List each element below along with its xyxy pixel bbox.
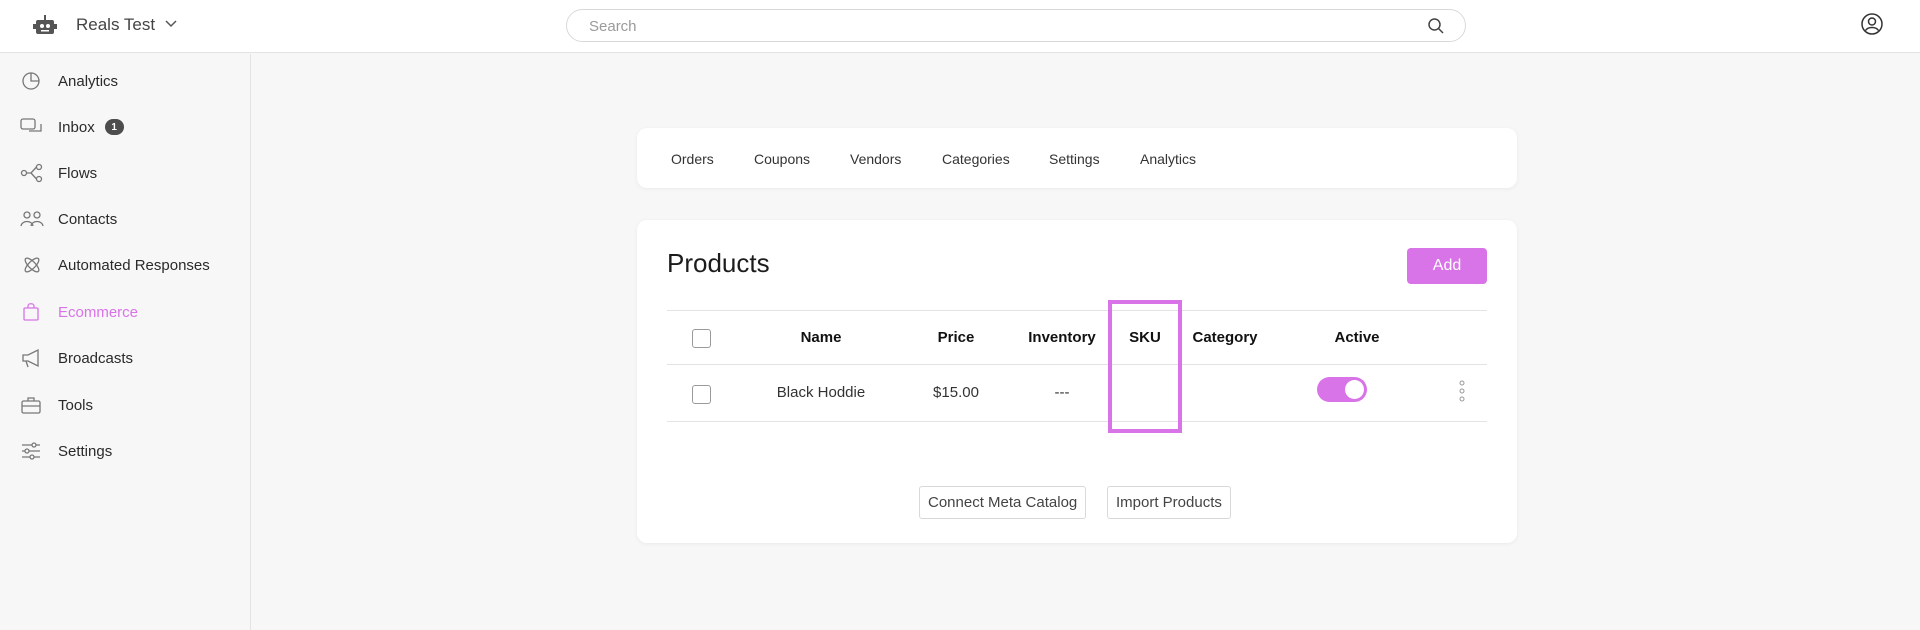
column-header-active[interactable]: Active bbox=[1334, 329, 1379, 346]
sidebar-item-contacts[interactable]: Contacts bbox=[20, 206, 117, 232]
sidebar-item-label: Contacts bbox=[58, 210, 118, 228]
tab-vendors[interactable]: Vendors bbox=[850, 151, 901, 167]
row-checkbox[interactable] bbox=[692, 385, 711, 404]
megaphone-icon bbox=[22, 348, 39, 368]
sidebar-item-label: Broadcasts bbox=[58, 349, 134, 367]
sku-column-highlight bbox=[1108, 300, 1182, 433]
sidebar-item-label: Automated Responses bbox=[58, 256, 210, 274]
toggle-knob bbox=[1345, 380, 1364, 399]
top-bar: Reals Test bbox=[0, 0, 1920, 53]
flow-icon bbox=[20, 163, 43, 183]
sidebar-item-settings[interactable]: Settings bbox=[20, 438, 112, 464]
product-inventory: --- bbox=[1054, 384, 1070, 401]
sidebar-item-label: Analytics bbox=[58, 72, 119, 90]
unread-badge: 1 bbox=[104, 119, 124, 135]
account-icon[interactable] bbox=[1860, 12, 1884, 36]
column-header-inventory[interactable]: Inventory bbox=[1028, 329, 1096, 346]
sidebar-item-analytics[interactable]: Analytics bbox=[20, 68, 118, 94]
sidebar-item-ecommerce[interactable]: Ecommerce bbox=[20, 299, 138, 325]
column-header-category[interactable]: Category bbox=[1192, 329, 1257, 346]
sidebar-item-label: Settings bbox=[58, 442, 113, 460]
chat-icon bbox=[20, 118, 42, 132]
column-header-price[interactable]: Price bbox=[938, 329, 975, 346]
active-toggle[interactable] bbox=[1317, 377, 1367, 402]
pie-chart-icon bbox=[22, 72, 40, 90]
tab-settings[interactable]: Settings bbox=[1049, 151, 1100, 167]
sidebar-item-flows[interactable]: Flows bbox=[20, 160, 97, 186]
sidebar-item-label: Flows bbox=[58, 164, 98, 182]
sidebar-item-label: Inbox bbox=[58, 118, 95, 136]
workspace-name[interactable]: Reals Test bbox=[76, 15, 155, 35]
column-header-name[interactable]: Name bbox=[801, 329, 842, 346]
sliders-icon bbox=[22, 442, 40, 460]
atom-icon bbox=[24, 257, 40, 273]
add-product-button[interactable]: Add bbox=[1407, 248, 1487, 284]
more-options-icon[interactable] bbox=[1458, 380, 1466, 402]
bot-icon bbox=[33, 15, 57, 34]
sidebar-item-label: Ecommerce bbox=[58, 303, 139, 321]
search-icon[interactable] bbox=[1427, 17, 1445, 35]
connect-meta-catalog-button[interactable]: Connect Meta Catalog bbox=[919, 486, 1087, 519]
sidebar: Analytics Inbox 1 Flows Contacts Automat… bbox=[0, 54, 251, 630]
product-name: Black Hoddie bbox=[776, 384, 866, 401]
product-price: $15.00 bbox=[933, 384, 979, 401]
page-title: Products bbox=[667, 248, 770, 278]
table-divider bbox=[667, 364, 1487, 365]
sidebar-item-inbox[interactable]: Inbox 1 bbox=[20, 114, 124, 140]
sidebar-item-automated-responses[interactable]: Automated Responses bbox=[20, 252, 210, 278]
tab-categories[interactable]: Categories bbox=[942, 151, 1010, 167]
sidebar-item-tools[interactable]: Tools bbox=[20, 392, 93, 418]
ecommerce-tabs: Orders Coupons Vendors Categories Settin… bbox=[637, 128, 1517, 188]
select-all-checkbox[interactable] bbox=[692, 329, 711, 348]
table-divider bbox=[667, 421, 1487, 422]
sidebar-item-broadcasts[interactable]: Broadcasts bbox=[20, 345, 133, 371]
table-divider bbox=[667, 310, 1487, 311]
search-bar bbox=[566, 9, 1466, 42]
contacts-icon bbox=[20, 211, 44, 227]
tab-orders[interactable]: Orders bbox=[671, 151, 714, 167]
sidebar-item-label: Tools bbox=[58, 396, 94, 414]
shopping-bag-icon bbox=[23, 303, 39, 321]
chevron-down-icon[interactable] bbox=[164, 19, 178, 29]
tab-analytics[interactable]: Analytics bbox=[1140, 151, 1196, 167]
tab-coupons[interactable]: Coupons bbox=[754, 151, 810, 167]
toolbox-icon bbox=[21, 397, 41, 414]
products-card: Products Add Name Price Inventory SKU Ca… bbox=[637, 220, 1517, 543]
search-input[interactable] bbox=[589, 18, 1409, 35]
import-products-button[interactable]: Import Products bbox=[1107, 486, 1231, 519]
